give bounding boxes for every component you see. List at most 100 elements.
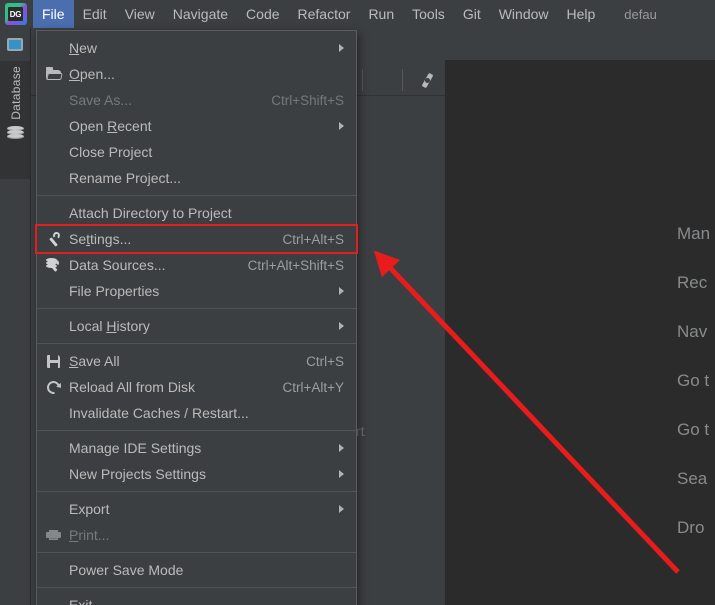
submenu-arrow-icon (339, 444, 344, 452)
menu-item-exit[interactable]: Exit (37, 592, 356, 605)
menu-item-new-projects-settings[interactable]: New Projects Settings (37, 461, 356, 487)
tip-line: Go t (677, 420, 710, 439)
menubar-item-label: Git (462, 6, 481, 22)
menu-item-label: Data Sources... (69, 257, 166, 273)
menu-item-label: Save As... (69, 92, 133, 108)
submenu-arrow-icon (339, 505, 344, 513)
submenu-arrow-icon (339, 322, 344, 330)
menu-item-label: New (69, 40, 98, 56)
tip-line: Go t (677, 371, 710, 390)
file-menu-popup[interactable]: New Open... Save As... Ctrl+Shift+S Open Rec… (36, 30, 357, 605)
menubar-item-git[interactable]: Git (454, 0, 490, 28)
menu-item-label: Export (69, 501, 110, 517)
toolwindow-ghost-text: rt (356, 423, 365, 439)
sidebar-item-label: Database (8, 66, 23, 120)
menu-separator (37, 430, 356, 431)
menu-separator (37, 195, 356, 196)
menubar-item-label: File (42, 6, 65, 22)
menu-item-label: Manage IDE Settings (69, 440, 202, 456)
menubar-item-refactor[interactable]: Refactor (289, 0, 360, 28)
menubar-item-file[interactable]: File (33, 0, 74, 28)
menu-separator (37, 552, 356, 553)
menu-item-label: File Properties (69, 283, 160, 299)
menu-item-shortcut: Ctrl+Alt+Y (282, 379, 344, 395)
menu-item-reload-all[interactable]: Reload All from Disk Ctrl+Alt+Y (37, 374, 356, 400)
run-configuration-label[interactable]: defau (624, 7, 657, 22)
menu-item-export[interactable]: Export (37, 496, 356, 522)
menu-item-new[interactable]: New (37, 35, 356, 61)
menubar-item-label: Run (368, 6, 395, 22)
tip-line: Nav (677, 322, 708, 341)
menu-item-attach-directory[interactable]: Attach Directory to Project (37, 200, 356, 226)
menu-item-open-recent[interactable]: Open Recent (37, 113, 356, 139)
menu-item-print[interactable]: Print... (37, 522, 356, 548)
menu-item-save-all[interactable]: Save All Ctrl+S (37, 348, 356, 374)
menu-item-local-history[interactable]: Local History (37, 313, 356, 339)
database-wrench-icon (45, 257, 62, 273)
menubar-item-view[interactable]: View (116, 0, 164, 28)
menu-item-close-project[interactable]: Close Project (37, 139, 356, 165)
menubar-item-code[interactable]: Code (237, 0, 288, 28)
settings-gear-button[interactable] (417, 70, 437, 90)
editor-tab-strip (445, 28, 715, 60)
menubar-item-edit[interactable]: Edit (74, 0, 116, 28)
menu-item-invalidate-caches[interactable]: Invalidate Caches / Restart... (37, 400, 356, 426)
submenu-arrow-icon (339, 44, 344, 52)
tip-line: Dro (677, 518, 705, 537)
menubar-item-help[interactable]: Help (558, 0, 605, 28)
menubar-item-label: Tools (412, 6, 445, 22)
sidebar-item-database[interactable]: Database (1, 61, 30, 179)
menu-separator (37, 343, 356, 344)
menubar-item-label: Window (498, 6, 549, 22)
menubar-item-window[interactable]: Window (490, 0, 558, 28)
tip-line: Rec (677, 273, 708, 292)
menu-separator (37, 587, 356, 588)
menu-item-label: Save All (69, 353, 120, 369)
menubar-item-run[interactable]: Run (359, 0, 403, 28)
menu-separator (37, 308, 356, 309)
menubar-item-label: Refactor (297, 6, 351, 22)
menu-item-save-as[interactable]: Save As... Ctrl+Shift+S (37, 87, 356, 113)
menu-item-file-properties[interactable]: File Properties (37, 278, 356, 304)
menubar-item-navigate[interactable]: Navigate (164, 0, 237, 28)
menu-item-shortcut: Ctrl+Alt+Shift+S (247, 257, 344, 273)
submenu-arrow-icon (339, 122, 344, 130)
tip-line: Man (677, 224, 711, 243)
database-icon (7, 125, 24, 141)
welcome-tips-list: Man Rec Nav Go t Go t Sea Dro (445, 60, 715, 605)
menu-item-label: Close Project (69, 144, 153, 160)
menubar-item-label: Navigate (172, 6, 229, 22)
menu-item-label: Reload All from Disk (69, 379, 196, 395)
tip-line: Sea (677, 469, 708, 488)
menu-item-label: Open... (69, 66, 115, 82)
menu-item-rename-project[interactable]: Rename Project... (37, 165, 356, 191)
menu-item-shortcut: Ctrl+Shift+S (271, 92, 344, 108)
menu-item-label: Power Save Mode (69, 562, 184, 578)
menubar-item-label: View (124, 6, 155, 22)
menu-item-open[interactable]: Open... (37, 61, 356, 87)
menu-item-label: Rename Project... (69, 170, 182, 186)
menu-item-power-save-mode[interactable]: Power Save Mode (37, 557, 356, 583)
menu-item-label: Local History (69, 318, 150, 334)
print-icon (45, 527, 62, 543)
menu-item-shortcut: Ctrl+S (306, 353, 344, 369)
menu-item-settings[interactable]: Settings... Ctrl+Alt+S (37, 226, 356, 252)
reload-icon (44, 378, 63, 397)
menubar-item-tools[interactable]: Tools (403, 0, 454, 28)
toolbar-divider-1 (362, 69, 363, 91)
wrench-icon (45, 231, 62, 247)
menu-item-label: Exit (69, 597, 93, 605)
collapse-button[interactable] (381, 70, 401, 90)
ide-window: Database rt Man Rec Nav Go t Go t Sea Dr… (0, 0, 715, 605)
menu-bar: DG File Edit View Navigate Code Refactor Run To… (0, 0, 715, 28)
editor-area: Man Rec Nav Go t Go t Sea Dro (445, 60, 715, 605)
tool-window-icon[interactable] (7, 38, 23, 51)
toolwindow-stripe-bottom (0, 179, 31, 605)
menu-item-data-sources[interactable]: Data Sources... Ctrl+Alt+Shift+S (37, 252, 356, 278)
datagrip-logo: DG (5, 3, 27, 25)
menu-item-manage-ide-settings[interactable]: Manage IDE Settings (37, 435, 356, 461)
menubar-item-label: Help (566, 6, 596, 22)
menu-separator (37, 491, 356, 492)
menu-item-shortcut: Ctrl+Alt+S (282, 231, 344, 247)
menu-item-label: Print... (69, 527, 110, 543)
